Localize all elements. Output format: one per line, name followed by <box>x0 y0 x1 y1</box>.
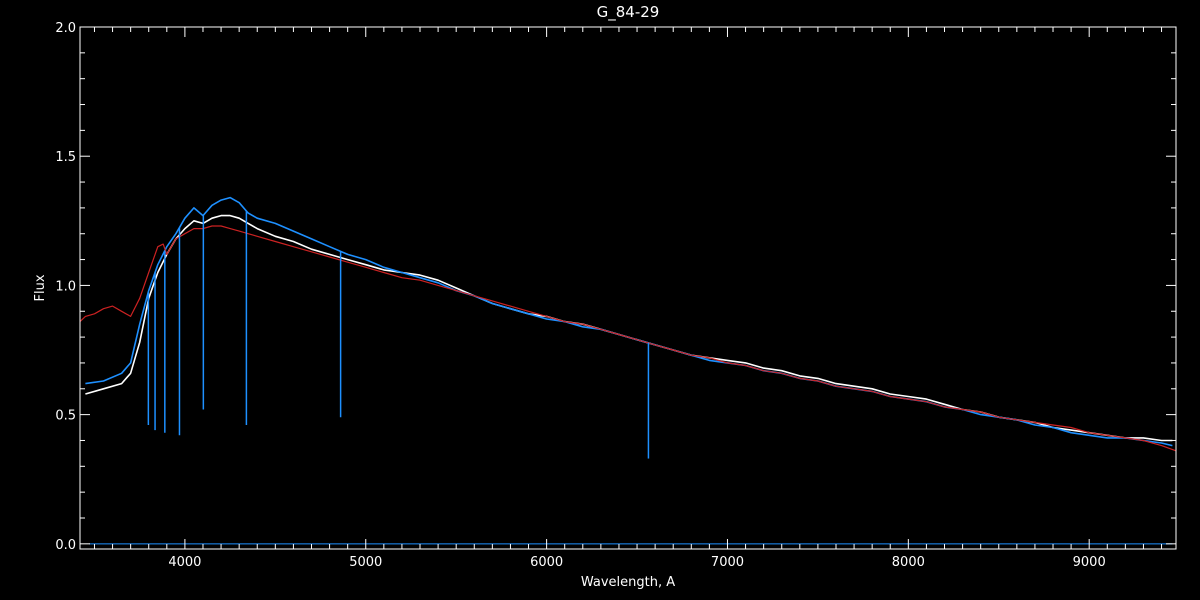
x-tick-label-5: 9000 <box>1073 555 1106 570</box>
y-tick-label-2: 1.0 <box>55 279 76 294</box>
y-axis-label: Flux <box>33 274 48 301</box>
y-tick-label-0: 0.0 <box>55 538 76 553</box>
x-tick-label-1: 5000 <box>349 555 382 570</box>
x-tick-label-0: 4000 <box>168 555 201 570</box>
x-axis-label: Wavelength, A <box>581 575 675 590</box>
chart-title: G_84-29 <box>597 3 660 22</box>
y-tick-label-3: 1.5 <box>55 150 76 165</box>
x-tick-label-3: 7000 <box>711 555 744 570</box>
x-tick-label-4: 8000 <box>892 555 925 570</box>
spectrum-chart: G_84-29 4000 5000 6000 7000 8000 9000 0.0 0.5 1.… <box>0 0 1200 600</box>
y-tick-label-4: 2.0 <box>55 21 76 36</box>
y-tick-label-1: 0.5 <box>55 409 76 424</box>
x-tick-label-2: 6000 <box>530 555 563 570</box>
